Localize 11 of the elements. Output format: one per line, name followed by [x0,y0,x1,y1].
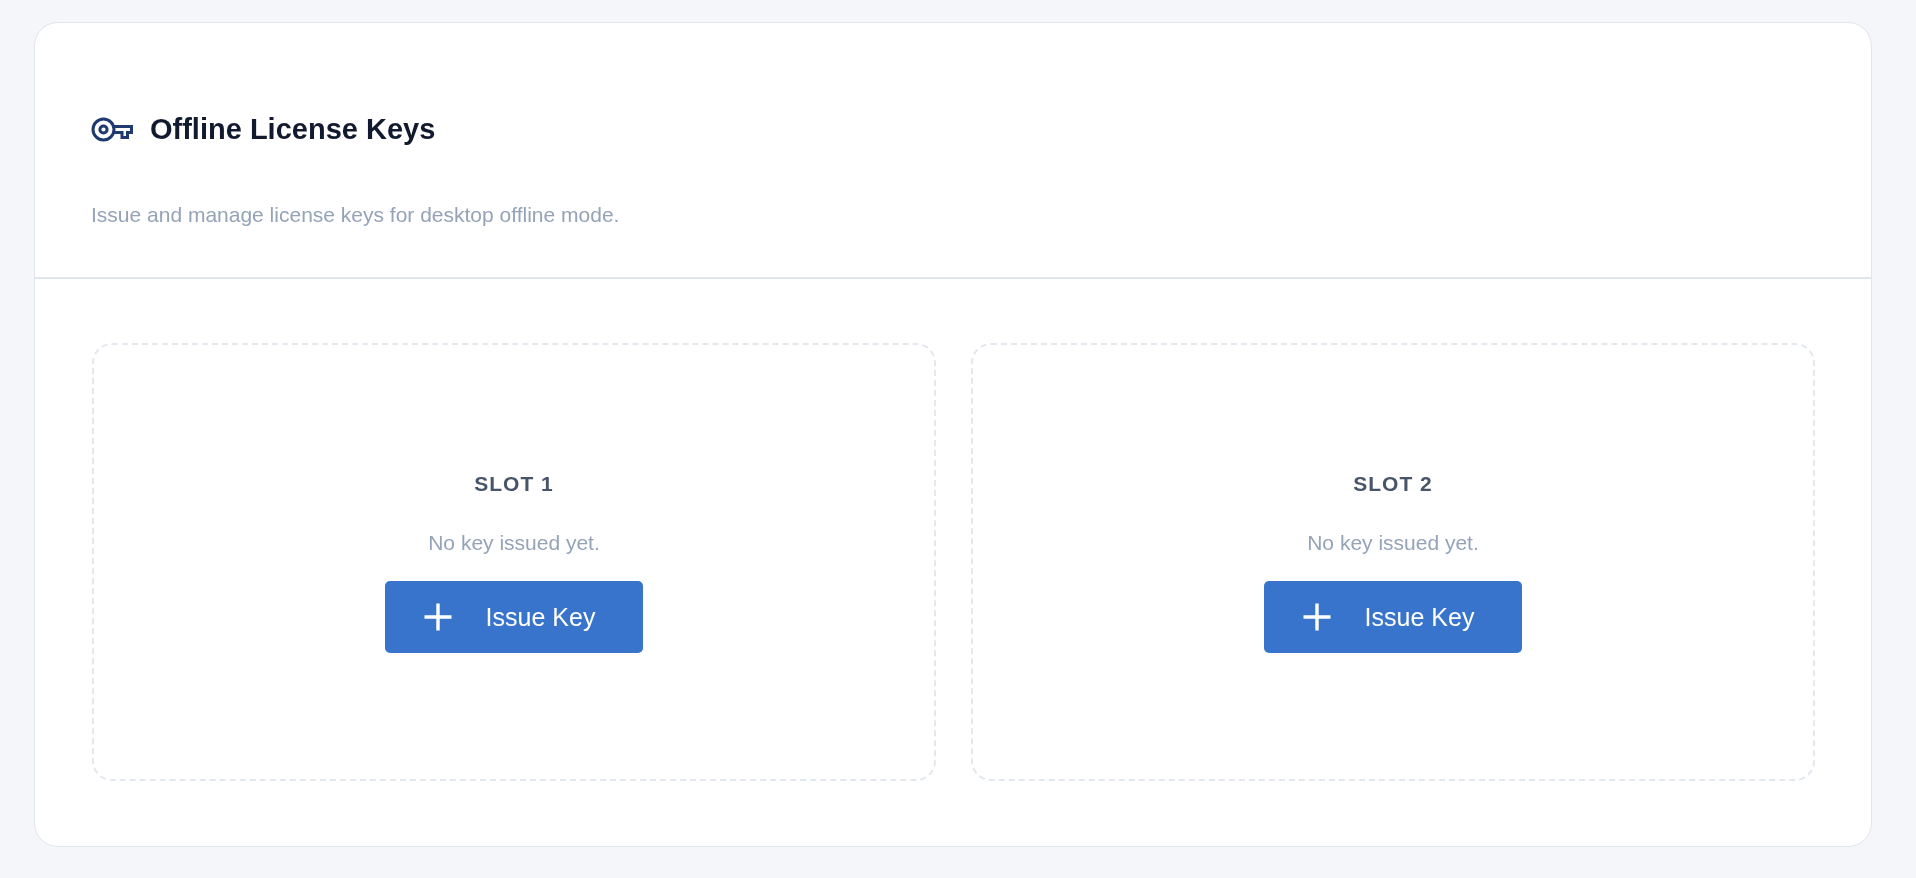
slot-label: SLOT 2 [1353,471,1433,497]
empty-slot-message: No key issued yet. [1307,530,1479,556]
issue-key-button[interactable]: Issue Key [385,581,643,653]
empty-slot-message: No key issued yet. [428,530,600,556]
panel-title: Offline License Keys [150,112,436,147]
plus-icon [422,602,453,632]
key-icon [91,116,133,142]
issue-key-button[interactable]: Issue Key [1264,581,1522,653]
plus-icon [1301,602,1332,632]
panel-description: Issue and manage license keys for desktop offline mode. [91,202,621,228]
slot-label: SLOT 1 [474,471,554,497]
